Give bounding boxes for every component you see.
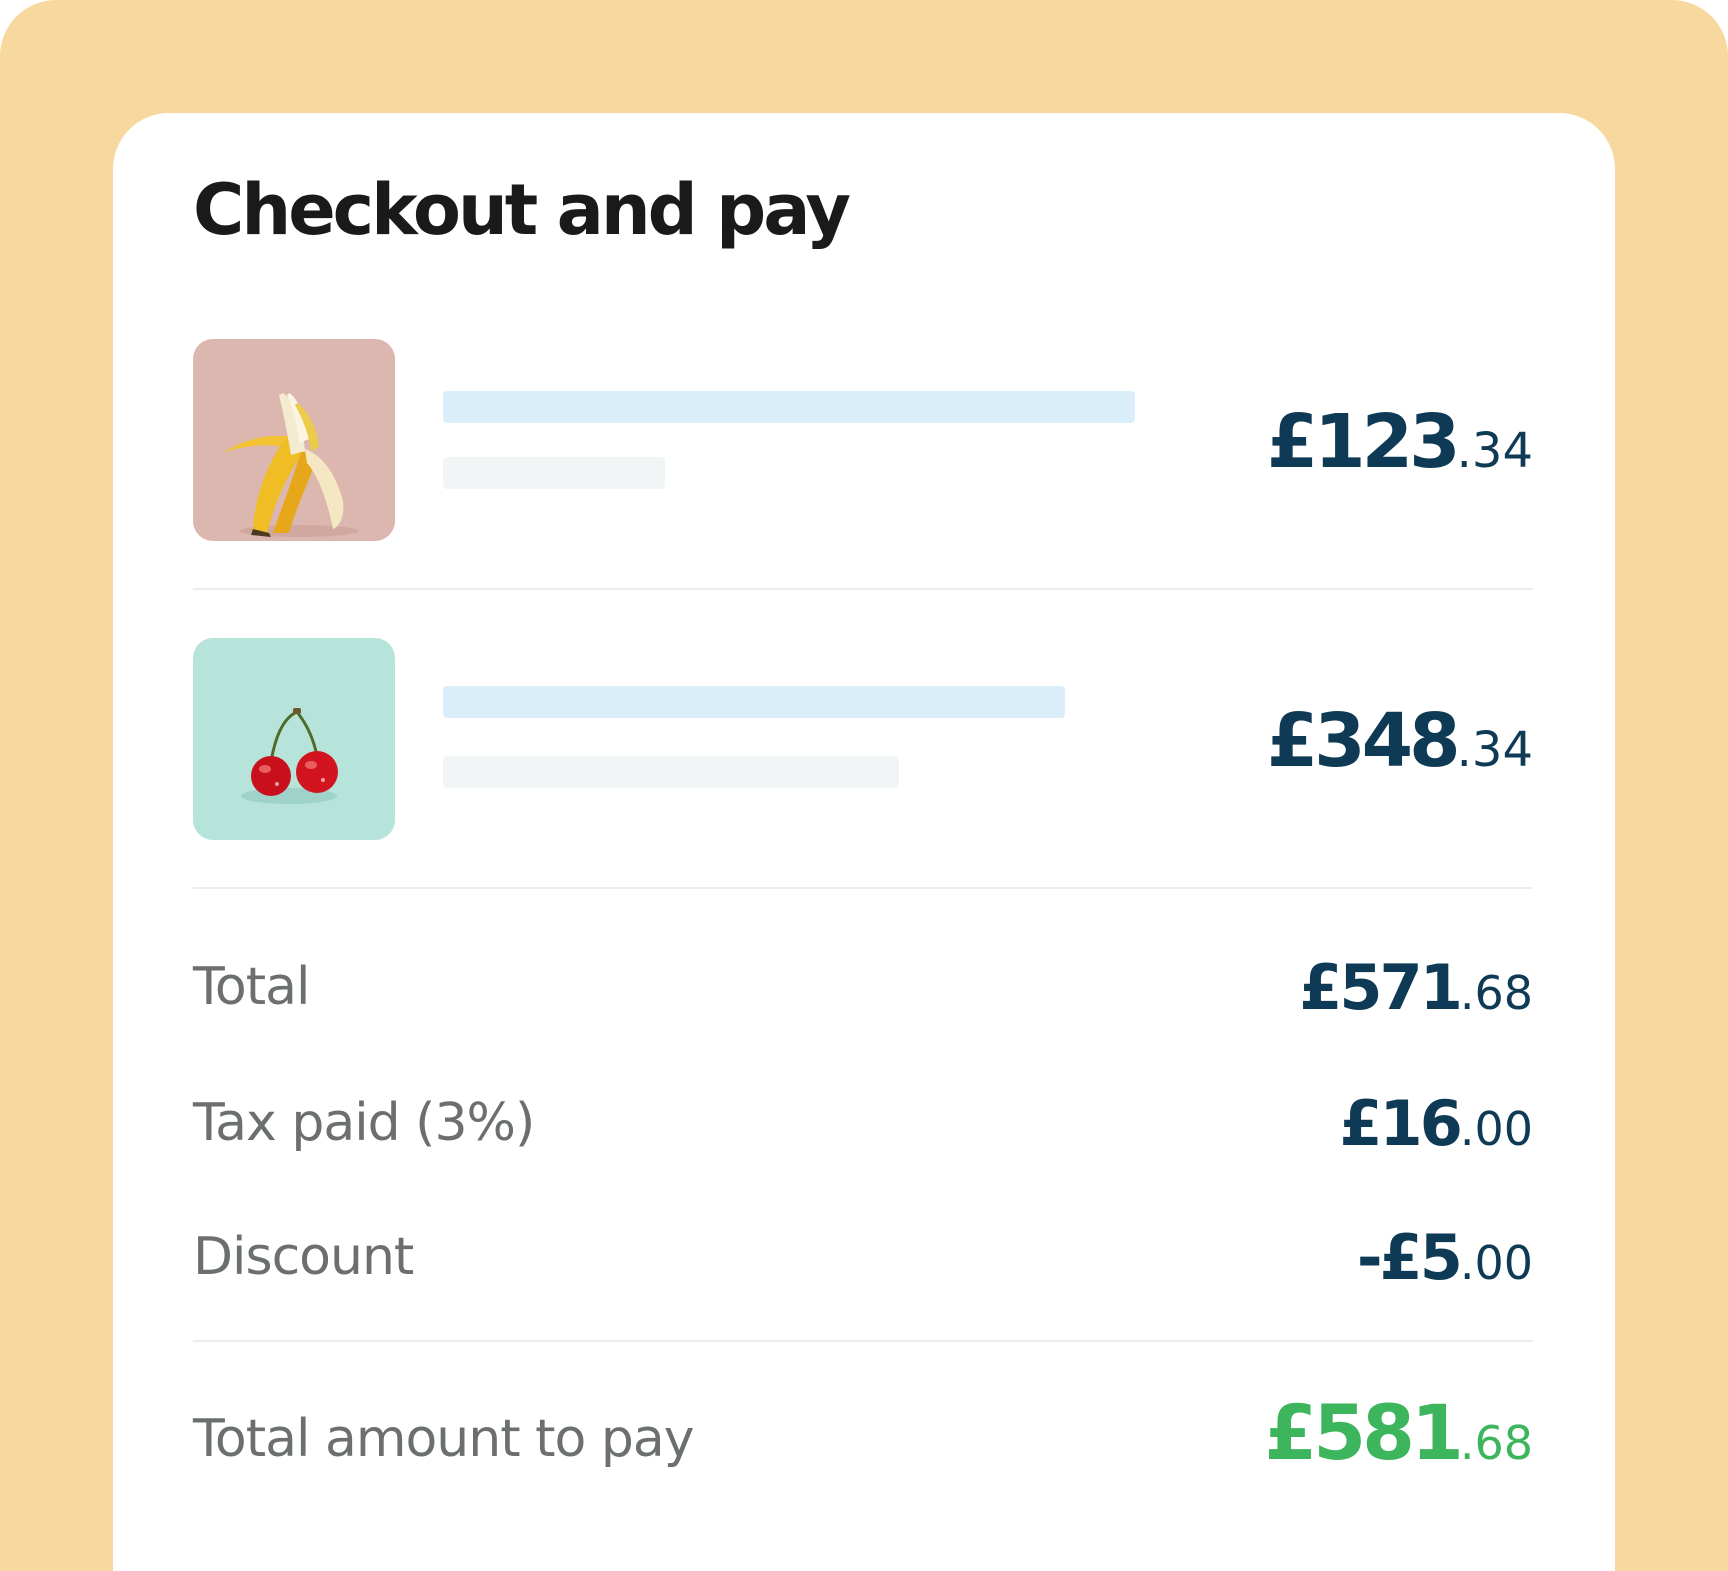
pay-label: Total amount to pay — [193, 1409, 695, 1469]
item-price: £348.34 — [1267, 704, 1533, 778]
item-title-placeholder — [443, 391, 1135, 423]
checkout-card: Checkout and pay £123.34 £348.34 Total £… — [113, 113, 1615, 1571]
summary-tax-row: Tax paid (3%) £16.00 — [193, 1083, 1533, 1163]
item-title-placeholder — [443, 686, 1065, 718]
item-price-major: £123 — [1266, 399, 1461, 485]
pay-value-major: £581 — [1264, 1388, 1464, 1477]
page-title: Checkout and pay — [193, 169, 851, 251]
discount-label: Discount — [193, 1227, 414, 1287]
item-price-major: £348 — [1266, 698, 1461, 784]
item-price-minor: .34 — [1456, 722, 1533, 778]
summary-pay-row: Total amount to pay £581.68 — [193, 1395, 1533, 1491]
banana-thumbnail — [193, 339, 395, 541]
total-value-minor: .68 — [1459, 966, 1533, 1020]
item-subtitle-placeholder — [443, 756, 899, 788]
divider — [193, 588, 1533, 590]
total-label: Total — [193, 957, 310, 1017]
discount-value-major: -£5 — [1356, 1221, 1463, 1294]
item-price: £123.34 — [1267, 405, 1533, 479]
tax-value-minor: .00 — [1459, 1102, 1533, 1156]
pay-value: £581.68 — [1264, 1395, 1533, 1471]
tax-value: £16.00 — [1339, 1093, 1533, 1155]
item-price-minor: .34 — [1456, 423, 1533, 479]
cart-item-banana[interactable]: £123.34 — [193, 339, 1533, 541]
discount-value-minor: .00 — [1459, 1236, 1533, 1290]
divider — [193, 887, 1533, 889]
tax-value-major: £16 — [1339, 1087, 1462, 1160]
item-subtitle-placeholder — [443, 457, 665, 489]
total-value: £571.68 — [1299, 957, 1533, 1019]
page-background-frame: Checkout and pay £123.34 £348.34 Total £… — [0, 0, 1728, 1571]
cherry-thumbnail — [193, 638, 395, 840]
total-value-major: £571 — [1299, 951, 1463, 1024]
summary-discount-row: Discount -£5.00 — [193, 1217, 1533, 1297]
pay-value-minor: .68 — [1459, 1416, 1533, 1470]
summary-total-row: Total £571.68 — [193, 947, 1533, 1027]
divider — [193, 1340, 1533, 1342]
tax-label: Tax paid (3%) — [193, 1093, 535, 1153]
discount-value: -£5.00 — [1357, 1227, 1533, 1289]
cart-item-cherry[interactable]: £348.34 — [193, 638, 1533, 840]
